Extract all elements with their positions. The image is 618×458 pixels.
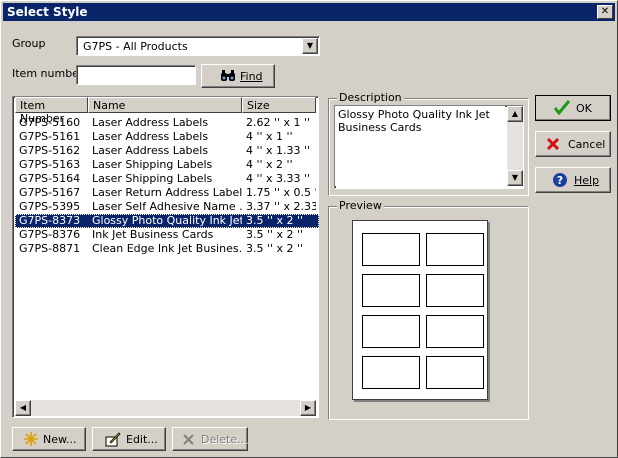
preview-label: Preview [337, 199, 384, 212]
table-row[interactable]: G7PS-5162 Laser Address Labels 4 '' x 1.33… [15, 144, 319, 158]
description-label: Description [337, 91, 404, 104]
cell-item-number: G7PS-8871 [19, 242, 81, 255]
item-number-label: Item number [12, 67, 84, 80]
cell-item-number: G7PS-5162 [19, 144, 81, 157]
table-row[interactable]: G7PS-5167 Laser Return Address Labels 1.75… [15, 186, 319, 200]
binoculars-icon [221, 70, 235, 81]
cell-size: 3.5 '' x 2 '' [246, 242, 304, 255]
preview-card [426, 356, 484, 389]
cell-item-number: G7PS-5161 [19, 130, 81, 143]
preview-card [362, 315, 420, 348]
edit-icon [105, 432, 121, 447]
column-header-name[interactable]: Name [88, 97, 242, 113]
sparkle-icon [24, 432, 38, 446]
cell-item-number: G7PS-5163 [19, 158, 81, 171]
x-icon [546, 137, 560, 151]
cell-size: 3.5 '' x 2 '' [246, 214, 304, 227]
cancel-button-label: Cancel [568, 138, 606, 151]
window-title: Select Style [7, 5, 88, 19]
help-icon: ? [553, 173, 567, 187]
table-row[interactable]: G7PS-8373 Glossy Photo Quality Ink Jet...… [15, 214, 319, 228]
scroll-left-icon[interactable]: ◀ [15, 400, 31, 416]
cell-name: Laser Self Adhesive Name ... [92, 200, 242, 213]
cell-size: 4 '' x 2 '' [246, 158, 293, 171]
svg-text:?: ? [557, 174, 563, 187]
cell-name: Ink Jet Business Cards [92, 228, 214, 241]
item-number-input[interactable] [76, 65, 196, 85]
cell-item-number: G7PS-5167 [19, 186, 81, 199]
cell-item-number: G7PS-8376 [19, 228, 81, 241]
table-row[interactable]: G7PS-5163 Laser Shipping Labels 4 '' x 2 '… [15, 158, 319, 172]
cell-size: 3.5 '' x 2 '' [246, 228, 304, 241]
find-button-label: Find [240, 70, 263, 83]
cell-name: Laser Shipping Labels [92, 172, 213, 185]
cell-size: 4 '' x 1.33 '' [246, 144, 311, 157]
preview-card [426, 274, 484, 307]
cell-name: Laser Address Labels [92, 130, 209, 143]
column-header-item-number[interactable]: Item Number [15, 97, 88, 125]
preview-card [362, 274, 420, 307]
item-list[interactable]: Item Number Name Size G7PS-5160 Laser Add… [12, 96, 319, 418]
column-header-size[interactable]: Size [242, 97, 316, 113]
horizontal-scrollbar[interactable]: ◀ ▶ [15, 400, 316, 416]
group-label: Group [12, 37, 46, 50]
preview-card [426, 315, 484, 348]
cell-name: Glossy Photo Quality Ink Jet... [92, 214, 242, 227]
help-button[interactable]: ? Help [535, 167, 611, 193]
title-bar: Select Style ✕ [3, 3, 615, 21]
cell-name: Laser Return Address Labels [92, 186, 242, 199]
edit-button-label: Edit... [126, 433, 158, 446]
chevron-down-icon[interactable]: ▼ [302, 38, 318, 54]
check-icon [554, 100, 570, 115]
table-row[interactable]: G7PS-8871 Clean Edge Ink Jet Busines... 3.… [15, 242, 319, 256]
delete-x-icon [183, 434, 194, 445]
group-select[interactable]: G7PS - All Products ▼ [76, 36, 320, 56]
cell-name: Laser Address Labels [92, 116, 209, 129]
preview-card [362, 233, 420, 266]
cell-size: 3.37 '' x 2.33 '' [246, 200, 316, 213]
scroll-down-icon[interactable]: ▼ [507, 170, 523, 186]
close-button[interactable]: ✕ [597, 5, 613, 19]
scroll-right-icon[interactable]: ▶ [300, 400, 316, 416]
cell-size: 4 '' x 3.33 '' [246, 172, 311, 185]
help-button-label: Help [574, 174, 600, 187]
table-row[interactable]: G7PS-5164 Laser Shipping Labels 4 '' x 3.3… [15, 172, 319, 186]
table-row[interactable]: G7PS-5160 Laser Address Labels 2.62 '' x 1… [15, 116, 319, 130]
select-style-dialog: Select Style ✕ Group G7PS - All Products… [0, 0, 618, 458]
description-scrollbar[interactable]: ▲ ▼ [507, 106, 523, 186]
table-row[interactable]: G7PS-5395 Laser Self Adhesive Name ... 3.3… [15, 200, 319, 214]
group-select-value: G7PS - All Products [83, 40, 188, 53]
new-button[interactable]: New... [12, 427, 86, 451]
new-button-label: New... [43, 433, 77, 446]
cell-item-number: G7PS-5164 [19, 172, 81, 185]
cell-name: Laser Address Labels [92, 144, 209, 157]
preview-card [362, 356, 420, 389]
cell-size: 4 '' x 1 '' [246, 130, 293, 143]
cell-name: Laser Shipping Labels [92, 158, 213, 171]
table-row[interactable]: G7PS-5161 Laser Address Labels 4 '' x 1 '' [15, 130, 319, 144]
description-box: Glossy Photo Quality Ink Jet Business Ca… [334, 105, 524, 189]
table-row[interactable]: G7PS-8376 Ink Jet Business Cards 3.5 '' x … [15, 228, 319, 242]
preview-card [426, 233, 484, 266]
edit-button[interactable]: Edit... [92, 427, 166, 451]
cancel-button[interactable]: Cancel [535, 131, 611, 157]
cell-item-number: G7PS-5160 [19, 116, 81, 129]
delete-button[interactable]: Delete... [172, 427, 248, 451]
ok-button[interactable]: OK [535, 95, 611, 121]
cell-item-number: G7PS-5395 [19, 200, 81, 213]
cell-name: Clean Edge Ink Jet Busines... [92, 242, 242, 255]
description-text: Glossy Photo Quality Ink Jet Business Ca… [335, 106, 505, 186]
delete-button-label: Delete... [201, 433, 248, 446]
find-button[interactable]: Find [201, 64, 275, 88]
ok-button-label: OK [576, 102, 592, 115]
cell-size: 2.62 '' x 1 '' [246, 116, 311, 129]
cell-item-number: G7PS-8373 [19, 214, 81, 227]
cell-size: 1.75 '' x 0.5 '' [246, 186, 316, 199]
scroll-up-icon[interactable]: ▲ [507, 106, 523, 122]
preview-sheet [352, 220, 488, 400]
